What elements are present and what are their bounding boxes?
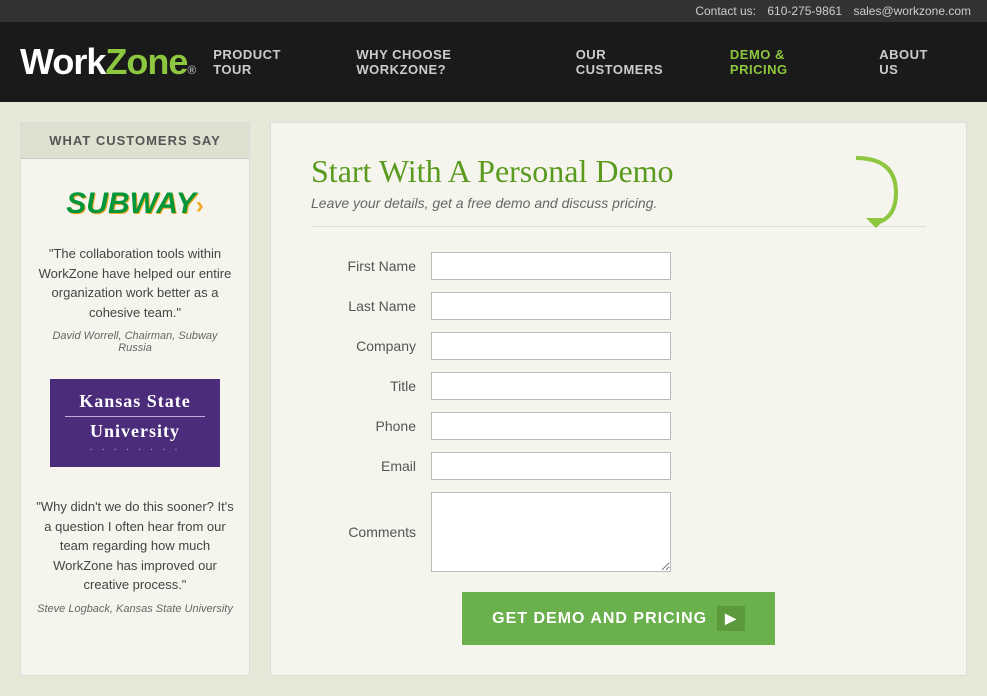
- company-input[interactable]: [431, 332, 671, 360]
- phone-label: Phone: [311, 418, 431, 434]
- demo-form: First Name Last Name Company Title Phone…: [311, 252, 926, 645]
- contact-label: Contact us:: [695, 4, 756, 18]
- logo-work: Work: [20, 41, 105, 83]
- subway-logo: SUBWAY›: [51, 179, 218, 229]
- email-label: Email: [311, 458, 431, 474]
- sidebar: WHAT CUSTOMERS SAY SUBWAY› "The collabor…: [20, 122, 250, 676]
- nav-why-choose[interactable]: WHY CHOOSE WORKZONE?: [338, 22, 557, 102]
- phone-row: Phone: [311, 412, 926, 440]
- form-subtitle: Leave your details, get a free demo and …: [311, 195, 926, 227]
- submit-label: GET DEMO AND PRICING: [492, 610, 707, 628]
- subway-quote: "The collaboration tools within WorkZone…: [36, 244, 234, 322]
- phone-input[interactable]: [431, 412, 671, 440]
- main-content: WHAT CUSTOMERS SAY SUBWAY› "The collabor…: [0, 102, 987, 696]
- logo[interactable]: WorkZone®: [20, 41, 195, 83]
- subway-logo-container: SUBWAY›: [36, 179, 234, 229]
- first-name-input[interactable]: [431, 252, 671, 280]
- subway-author: David Worrell, Chairman, Subway Russia: [36, 330, 234, 354]
- last-name-row: Last Name: [311, 292, 926, 320]
- top-bar: Contact us: 610-275-9861 sales@workzone.…: [0, 0, 987, 22]
- subway-arrow-icon: ›: [196, 192, 204, 219]
- nav-about-us[interactable]: ABOUT US: [861, 22, 967, 102]
- comments-input[interactable]: [431, 492, 671, 572]
- ksu-logo: Kansas State University · · · · · · · ·: [50, 379, 220, 467]
- nav-product-tour[interactable]: PRODUCT TOUR: [195, 22, 338, 102]
- submit-arrow-icon: ▶: [717, 606, 745, 631]
- phone-number: 610-275-9861: [767, 4, 842, 18]
- form-title: Start With A Personal Demo: [311, 153, 926, 190]
- form-area: Start With A Personal Demo Leave your de…: [270, 122, 967, 676]
- email-link[interactable]: sales@workzone.com: [853, 4, 971, 18]
- comments-row: Comments: [311, 492, 926, 572]
- logo-tm: ®: [187, 63, 195, 77]
- title-label: Title: [311, 378, 431, 394]
- company-row: Company: [311, 332, 926, 360]
- ksu-logo-container: Kansas State University · · · · · · · ·: [36, 379, 234, 482]
- first-name-label: First Name: [311, 258, 431, 274]
- title-row: Title: [311, 372, 926, 400]
- subway-text: SUBWAY: [66, 187, 195, 220]
- nav-demo-pricing[interactable]: DEMO & PRICING: [712, 22, 861, 102]
- submit-button[interactable]: GET DEMO AND PRICING ▶: [462, 592, 775, 645]
- ksu-author: Steve Logback, Kansas State University: [36, 603, 234, 615]
- logo-zone: Zone: [105, 41, 187, 83]
- email-row: Email: [311, 452, 926, 480]
- sidebar-title: WHAT CUSTOMERS SAY: [21, 123, 249, 159]
- submit-row: GET DEMO AND PRICING ▶: [311, 592, 926, 645]
- ksu-line1: Kansas State: [79, 391, 191, 412]
- title-input[interactable]: [431, 372, 671, 400]
- nav-our-customers[interactable]: OUR CUSTOMERS: [558, 22, 712, 102]
- first-name-row: First Name: [311, 252, 926, 280]
- ksu-quote: "Why didn't we do this sooner? It's a qu…: [36, 497, 234, 595]
- company-label: Company: [311, 338, 431, 354]
- last-name-input[interactable]: [431, 292, 671, 320]
- sidebar-content: SUBWAY› "The collaboration tools within …: [21, 159, 249, 660]
- arrow-decoration: [846, 153, 906, 233]
- main-nav: PRODUCT TOUR WHY CHOOSE WORKZONE? OUR CU…: [195, 22, 967, 102]
- ksu-dots: · · · · · · · ·: [89, 444, 180, 455]
- header: WorkZone® PRODUCT TOUR WHY CHOOSE WORKZO…: [0, 22, 987, 102]
- last-name-label: Last Name: [311, 298, 431, 314]
- ksu-line2: University: [90, 421, 180, 442]
- email-input[interactable]: [431, 452, 671, 480]
- comments-label: Comments: [311, 524, 431, 540]
